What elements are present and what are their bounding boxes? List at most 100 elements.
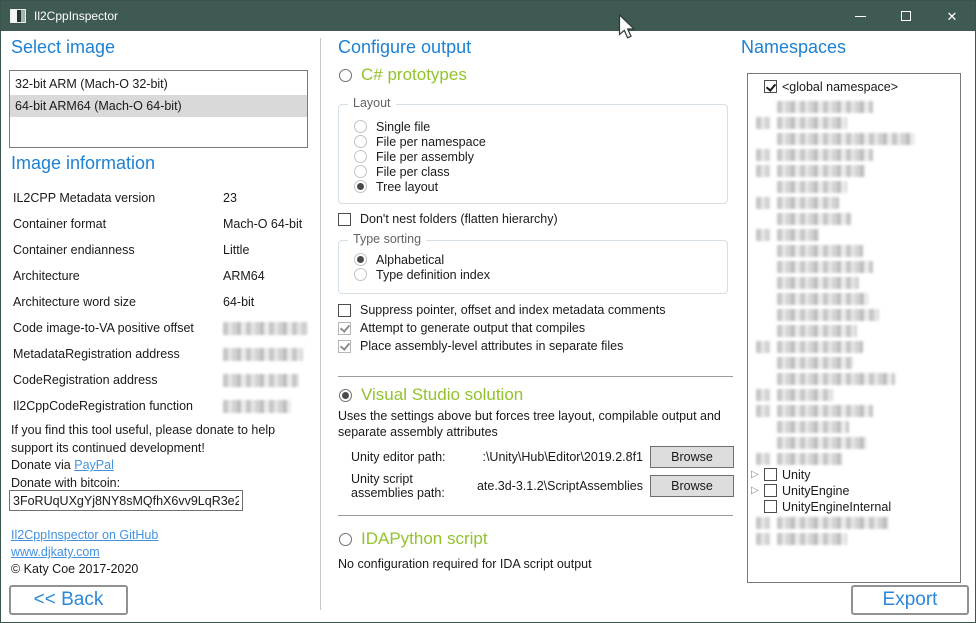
redacted-namespace — [777, 229, 819, 241]
info-label: Container endianness — [13, 243, 135, 257]
website-link[interactable]: www.djkaty.com — [11, 545, 100, 559]
redacted-checkbox — [756, 149, 770, 161]
visual-studio-description: Uses the settings above but forces tree … — [338, 408, 740, 440]
namespace-checkbox[interactable] — [764, 500, 777, 513]
maximize-icon — [901, 11, 911, 21]
close-button[interactable]: ✕ — [929, 1, 975, 31]
suppress-comments-label: Suppress pointer, offset and index metad… — [360, 303, 666, 317]
radio-option[interactable]: File per namespace — [354, 134, 727, 149]
image-list-item[interactable]: 32-bit ARM (Mach-O 32-bit) — [10, 73, 307, 95]
namespaces-listbox[interactable]: <global namespace>▷Unity▷UnityEngineUnit… — [747, 73, 961, 583]
idapython-label: IDAPython script — [361, 529, 488, 549]
info-label: Architecture — [13, 269, 80, 283]
image-listbox[interactable]: 32-bit ARM (Mach-O 32-bit) 64-bit ARM64 … — [9, 70, 308, 148]
minimize-icon — [855, 16, 866, 17]
checkbox-icon[interactable] — [338, 340, 351, 353]
assembly-attributes-checkbox-row[interactable]: Place assembly-level attributes in separ… — [338, 339, 623, 353]
suppress-comments-checkbox-row[interactable]: Suppress pointer, offset and index metad… — [338, 303, 666, 317]
radio-icon[interactable] — [354, 135, 367, 148]
namespace-row-redacted — [748, 292, 960, 306]
namespace-row-redacted — [748, 228, 960, 242]
bitcoin-address-input[interactable] — [9, 490, 243, 511]
unity-editor-path-row: Unity editor path: :\Unity\Hub\Editor\20… — [351, 446, 734, 468]
namespace-row[interactable]: ▷ UnityEngine — [748, 484, 960, 498]
radio-icon[interactable] — [354, 120, 367, 133]
column-divider — [320, 38, 321, 610]
expander-icon[interactable]: ▷ — [751, 468, 759, 482]
radio-option[interactable]: File per class — [354, 164, 727, 179]
info-row: Container endianness Little — [13, 237, 311, 263]
radio-option[interactable]: Alphabetical — [354, 252, 727, 267]
radio-option[interactable]: Single file — [354, 119, 727, 134]
redacted-namespace — [777, 341, 863, 353]
visual-studio-label: Visual Studio solution — [361, 385, 523, 405]
namespace-row[interactable]: UnityEngineInternal — [748, 500, 960, 514]
back-button[interactable]: << Back — [9, 585, 128, 615]
namespace-checkbox[interactable] — [764, 484, 777, 497]
namespace-checkbox[interactable] — [764, 468, 777, 481]
info-row: Container formatMach-O 64-bit — [13, 211, 311, 237]
minimize-button[interactable] — [837, 1, 883, 31]
layout-groupbox: Layout Single fileFile per namespaceFile… — [338, 104, 728, 204]
radio-icon[interactable] — [339, 69, 352, 82]
csharp-prototypes-option[interactable]: C# prototypes — [339, 65, 467, 85]
namespace-row[interactable]: ▷Unity — [748, 468, 960, 482]
info-label: Architecture word size — [13, 295, 136, 309]
info-value: Little — [223, 243, 249, 257]
checkbox-icon[interactable] — [338, 213, 351, 226]
redacted-checkbox — [756, 517, 770, 529]
info-value: ARM64 — [223, 269, 265, 283]
radio-option[interactable]: Type definition index — [354, 267, 727, 282]
radio-icon[interactable] — [339, 533, 352, 546]
paypal-link[interactable]: PayPal — [74, 458, 114, 472]
radio-icon[interactable] — [354, 150, 367, 163]
radio-icon[interactable] — [354, 165, 367, 178]
redacted-namespace — [777, 277, 859, 289]
image-list-item-selected[interactable]: 64-bit ARM64 (Mach-O 64-bit) — [10, 95, 307, 117]
radio-label: Tree layout — [376, 180, 438, 194]
maximize-button[interactable] — [883, 1, 929, 31]
radio-icon[interactable] — [354, 253, 367, 266]
browse-assemblies-path-button[interactable]: Browse — [650, 475, 734, 497]
namespace-checkbox[interactable] — [764, 80, 777, 93]
namespace-row-redacted — [748, 164, 960, 178]
radio-icon[interactable] — [354, 268, 367, 281]
redacted-namespace — [777, 165, 865, 177]
radio-icon[interactable] — [339, 389, 352, 402]
namespace-row[interactable]: <global namespace> — [748, 80, 960, 94]
namespace-label: UnityEngine — [782, 484, 849, 498]
browse-editor-path-button[interactable]: Browse — [650, 446, 734, 468]
expander-icon[interactable]: ▷ — [751, 484, 759, 498]
export-button[interactable]: Export — [851, 585, 969, 615]
radio-option[interactable]: Tree layout — [354, 179, 727, 194]
image-info-heading: Image information — [11, 153, 155, 174]
section-divider — [338, 515, 733, 516]
titlebar-buttons: ✕ — [837, 1, 975, 31]
radio-option[interactable]: File per assembly — [354, 149, 727, 164]
github-link[interactable]: Il2CppInspector on GitHub — [11, 528, 158, 542]
info-row: Il2CppCodeRegistration function — [13, 393, 311, 419]
redacted-checkbox — [756, 533, 770, 545]
redacted-checkbox — [756, 341, 770, 353]
checkbox-icon[interactable] — [338, 304, 351, 317]
checkbox-icon[interactable] — [338, 322, 351, 335]
info-label: IL2CPP Metadata version — [13, 191, 155, 205]
info-row: IL2CPP Metadata version23 — [13, 185, 311, 211]
namespace-row-redacted — [748, 340, 960, 354]
info-label: Il2CppCodeRegistration function — [13, 399, 193, 413]
radio-icon[interactable] — [354, 180, 367, 193]
app-window: Il2CppInspector ✕ Select image 32-bit AR… — [0, 0, 976, 623]
title-bar[interactable]: Il2CppInspector ✕ — [1, 1, 975, 31]
visual-studio-option[interactable]: Visual Studio solution — [339, 385, 523, 405]
redacted-checkbox — [756, 117, 770, 129]
idapython-option[interactable]: IDAPython script — [339, 529, 488, 549]
redacted-namespace — [777, 437, 867, 449]
namespace-row-redacted — [748, 388, 960, 402]
flatten-checkbox-row[interactable]: Don't nest folders (flatten hierarchy) — [338, 212, 558, 226]
namespace-row-redacted — [748, 420, 960, 434]
namespace-row-redacted — [748, 212, 960, 226]
select-image-heading: Select image — [11, 37, 115, 58]
unity-assemblies-path-row: Unity script assemblies path: ate.3d-3.1… — [351, 475, 734, 497]
compilable-output-checkbox-row[interactable]: Attempt to generate output that compiles — [338, 321, 585, 335]
namespace-row-redacted — [748, 132, 960, 146]
